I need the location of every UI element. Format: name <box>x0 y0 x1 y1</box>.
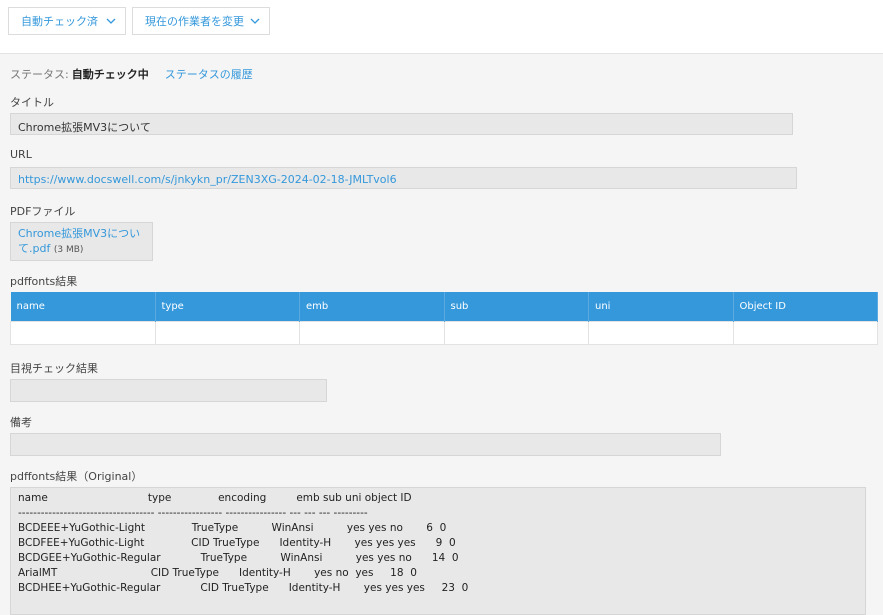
table-cell <box>154 321 300 345</box>
status-label: ステータス: <box>10 68 69 81</box>
col-name-header: name <box>10 292 156 322</box>
col-type-header: type <box>155 292 300 322</box>
status-value: 自動チェック中 <box>71 68 149 81</box>
col-emb-header: emb <box>299 292 445 322</box>
toolbar: 自動チェック済 現在の作業者を変更 <box>0 0 883 54</box>
auto-check-done-button[interactable]: 自動チェック済 <box>8 7 126 35</box>
notes-label: 備考 <box>10 416 32 429</box>
chevron-down-icon <box>106 18 116 24</box>
status-history-link[interactable]: ステータスの履歴 <box>165 68 253 81</box>
url-field[interactable]: https://www.docswell.com/s/jnkykn_pr/ZEN… <box>10 167 797 189</box>
auto-check-done-label: 自動チェック済 <box>21 15 98 28</box>
pdffonts-original-text: name type encoding emb sub uni object ID… <box>18 492 469 594</box>
col-uni-header: uni <box>588 292 734 322</box>
title-label: タイトル <box>10 96 54 109</box>
table-header-row: name type emb sub uni Object ID <box>10 292 878 322</box>
pdffonts-original-output[interactable]: name type encoding emb sub uni object ID… <box>10 487 866 615</box>
pdffonts-original-label: pdffonts結果（Original） <box>10 470 143 483</box>
url-link[interactable]: https://www.docswell.com/s/jnkykn_pr/ZEN… <box>18 173 397 186</box>
table-cell <box>10 321 156 345</box>
url-label: URL <box>10 148 32 161</box>
title-value: Chrome拡張MV3について <box>18 121 151 134</box>
table-cell <box>588 321 734 345</box>
chevron-down-icon <box>250 18 260 24</box>
visual-check-field[interactable] <box>10 379 327 402</box>
pdf-file-box: Chrome拡張MV3につい て.pdf (3 MB) <box>10 222 153 261</box>
pdffonts-label: pdffonts結果 <box>10 275 78 288</box>
table-cell <box>299 321 445 345</box>
pdf-file-size: (3 MB) <box>53 245 84 255</box>
notes-field[interactable] <box>10 433 721 456</box>
table-cell <box>732 321 878 345</box>
col-object-id-header: Object ID <box>733 292 878 322</box>
change-assignee-label: 現在の作業者を変更 <box>145 15 244 28</box>
pdf-file-link-line1[interactable]: Chrome拡張MV3につい <box>18 227 140 240</box>
change-assignee-button[interactable]: 現在の作業者を変更 <box>132 7 270 35</box>
status-bar: ステータス: 自動チェック中 ステータスの履歴 <box>10 66 253 82</box>
pdf-label: PDFファイル <box>10 205 76 218</box>
table-cell <box>443 321 589 345</box>
pdffonts-table: name type emb sub uni Object ID <box>10 292 878 345</box>
pdf-file-link-line2[interactable]: て.pdf <box>18 242 50 255</box>
table-row <box>10 321 878 345</box>
col-sub-header: sub <box>444 292 589 322</box>
title-field[interactable]: Chrome拡張MV3について <box>10 113 793 135</box>
visual-check-label: 目視チェック結果 <box>10 362 98 375</box>
